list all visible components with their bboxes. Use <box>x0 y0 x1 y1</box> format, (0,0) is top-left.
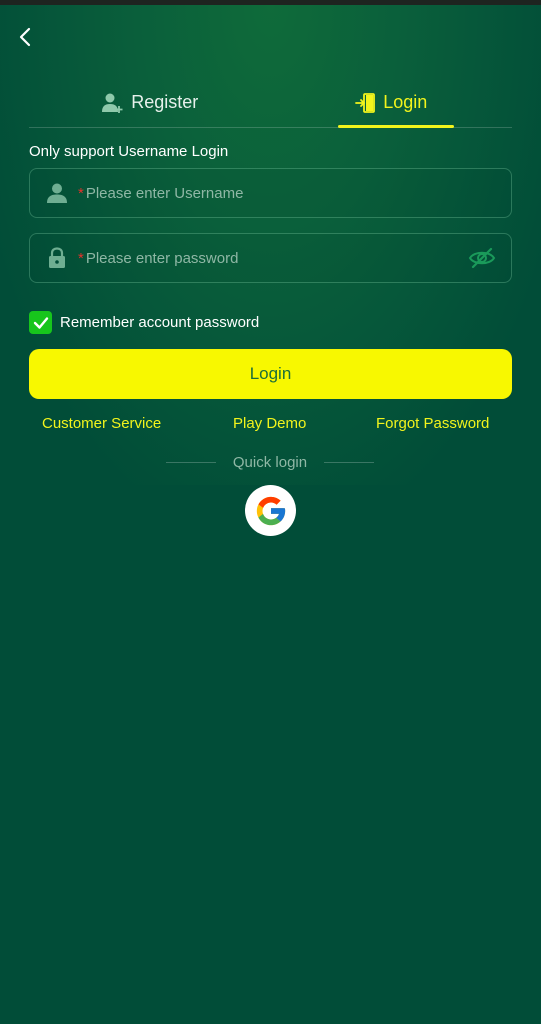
login-door-icon <box>355 92 376 113</box>
required-mark: * <box>78 249 84 267</box>
quick-login-label: Quick login <box>232 453 308 471</box>
quick-login-divider: Quick login <box>166 452 374 472</box>
password-field[interactable]: * <box>29 233 512 283</box>
remember-label: Remember account password <box>60 314 260 331</box>
chevron-left-icon <box>19 27 31 47</box>
required-mark: * <box>78 184 84 202</box>
customer-service-link[interactable]: Customer Service <box>42 415 161 432</box>
password-visibility-toggle[interactable] <box>467 243 497 273</box>
eye-off-icon <box>468 247 496 269</box>
lock-icon <box>44 245 70 271</box>
auth-tabs: Register Login <box>29 78 512 128</box>
checkmark-icon <box>33 316 48 329</box>
add-user-icon <box>102 93 123 113</box>
google-login-button[interactable] <box>245 485 296 536</box>
login-hint: Only support Username Login <box>29 143 229 160</box>
tab-register-label: Register <box>131 92 199 112</box>
username-input[interactable] <box>85 169 511 217</box>
username-field[interactable]: * <box>29 168 512 218</box>
divider-line-left <box>166 461 216 463</box>
password-input[interactable] <box>85 234 467 282</box>
divider-line-right <box>323 461 374 463</box>
remember-password-option[interactable]: Remember account password <box>29 311 259 334</box>
remember-checkbox[interactable] <box>29 311 52 334</box>
tab-register[interactable]: Register <box>29 78 271 127</box>
google-icon <box>256 496 285 525</box>
back-button[interactable] <box>12 24 38 50</box>
help-links: Customer Service Play Demo Forgot Passwo… <box>29 413 512 435</box>
user-icon <box>44 180 70 206</box>
tab-login[interactable]: Login <box>271 78 513 128</box>
forgot-password-link[interactable]: Forgot Password <box>376 415 489 432</box>
login-button[interactable]: Login <box>29 349 512 399</box>
play-demo-link[interactable]: Play Demo <box>233 415 306 432</box>
tab-login-label: Login <box>383 92 428 112</box>
